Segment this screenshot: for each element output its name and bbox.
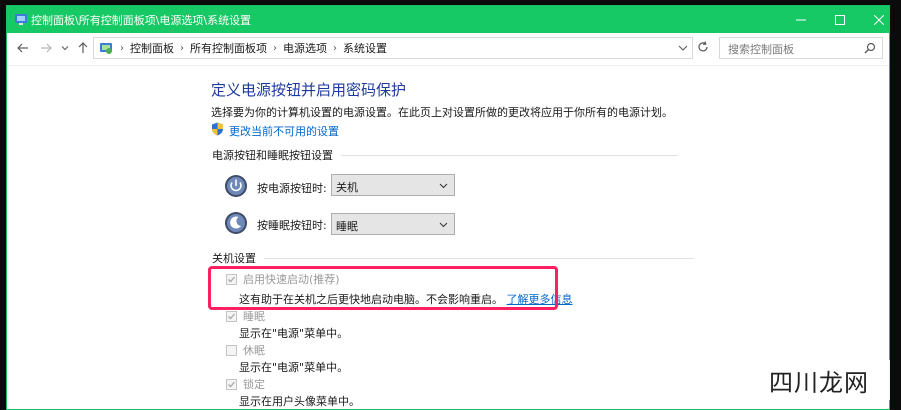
- arrow-up-icon: [78, 42, 88, 53]
- section-divider: [264, 257, 694, 259]
- hibernate-description: 显示在"电源"菜单中。: [239, 361, 349, 374]
- breadcrumb-system-settings[interactable]: 系统设置: [343, 40, 387, 56]
- breadcrumb-separator: ›: [180, 42, 184, 54]
- search-input[interactable]: [726, 40, 860, 58]
- back-button[interactable]: [17, 42, 29, 54]
- sleep-checkbox[interactable]: [226, 310, 237, 322]
- breadcrumb-separator: ›: [120, 42, 124, 54]
- lock-label: 锁定: [243, 378, 265, 391]
- control-panel-location-icon: [100, 43, 112, 54]
- page-title: 定义电源按钮并启用密码保护: [211, 81, 407, 99]
- change-unavailable-settings-link[interactable]: 更改当前不可用的设置: [229, 123, 339, 139]
- sleep-button-action-value: 睡眠: [336, 220, 358, 233]
- chevron-down-icon: [61, 46, 69, 51]
- checkmark-icon: [228, 381, 235, 387]
- power-button-icon: [225, 175, 247, 197]
- arrow-right-icon: [41, 43, 52, 53]
- main-content: 定义电源按钮并启用密码保护 选择要为你的计算机设置的电源设置。在此页上对设置所做…: [7, 66, 889, 409]
- refresh-icon[interactable]: [697, 41, 709, 53]
- shutdown-section-header: 关机设置: [212, 250, 694, 266]
- watermark-text: 四川龙网: [748, 360, 890, 400]
- minimize-button[interactable]: [781, 6, 821, 33]
- breadcrumb-separator: ›: [273, 42, 277, 54]
- close-icon: [874, 14, 884, 25]
- maximize-icon: [835, 14, 845, 25]
- power-buttons-section-header: 电源按钮和睡眠按钮设置: [212, 147, 678, 163]
- breadcrumb-all-items[interactable]: 所有控制面板项: [190, 40, 267, 56]
- lock-option: 锁定: [226, 376, 265, 392]
- hibernate-option: 休眠: [226, 342, 265, 358]
- up-button[interactable]: [77, 42, 89, 54]
- hibernate-label: 休眠: [243, 344, 265, 357]
- chevron-down-icon: [439, 183, 448, 189]
- sleep-option: 睡眠: [226, 308, 265, 324]
- checkmark-icon: [228, 313, 235, 319]
- section-title: 关机设置: [212, 252, 256, 265]
- lock-checkbox[interactable]: [226, 378, 237, 390]
- recent-locations-button[interactable]: [61, 42, 69, 54]
- section-divider: [341, 154, 678, 156]
- breadcrumb-control-panel[interactable]: 控制面板: [130, 40, 174, 56]
- maximize-button[interactable]: [820, 6, 860, 33]
- breadcrumb-separator: ›: [333, 42, 337, 54]
- fast-startup-highlight-box: [208, 266, 558, 310]
- close-button[interactable]: [859, 6, 889, 33]
- power-button-action-select[interactable]: 关机: [331, 174, 455, 196]
- window-title: 控制面板\所有控制面板项\电源选项\系统设置: [31, 14, 252, 27]
- forward-button[interactable]: [40, 42, 52, 54]
- control-panel-icon: [15, 14, 27, 25]
- sleep-button-action-select[interactable]: 睡眠: [331, 213, 455, 235]
- power-button-label: 按电源按钮时:: [257, 182, 327, 195]
- arrow-left-icon: [17, 43, 28, 53]
- title-bar[interactable]: 控制面板\所有控制面板项\电源选项\系统设置: [7, 6, 889, 33]
- minimize-icon: [796, 19, 806, 20]
- sleep-description: 显示在"电源"菜单中。: [239, 327, 349, 340]
- search-box[interactable]: [719, 37, 883, 59]
- breadcrumb-power-options[interactable]: 电源选项: [283, 40, 327, 56]
- uac-shield-icon: [212, 122, 223, 136]
- address-dropdown-icon[interactable]: [678, 43, 688, 53]
- sleep-button-icon: [225, 212, 247, 234]
- search-icon[interactable]: [864, 42, 876, 54]
- power-button-action-value: 关机: [336, 181, 358, 194]
- section-title: 电源按钮和睡眠按钮设置: [212, 149, 333, 162]
- control-panel-window: 控制面板\所有控制面板项\电源选项\系统设置 › 控制面板 › 所有控制面板项 …: [6, 5, 890, 410]
- address-bar[interactable]: › 控制面板 › 所有控制面板项 › 电源选项 › 系统设置: [93, 37, 693, 59]
- sleep-label: 睡眠: [243, 310, 265, 323]
- lock-description: 显示在用户头像菜单中。: [239, 395, 360, 408]
- sleep-button-label: 按睡眠按钮时:: [257, 219, 327, 232]
- navigation-bar: › 控制面板 › 所有控制面板项 › 电源选项 › 系统设置: [7, 33, 889, 66]
- hibernate-checkbox[interactable]: [226, 344, 237, 356]
- page-description: 选择要为你的计算机设置的电源设置。在此页上对设置所做的更改将应用于你所有的电源计…: [211, 106, 673, 119]
- chevron-down-icon: [439, 222, 448, 228]
